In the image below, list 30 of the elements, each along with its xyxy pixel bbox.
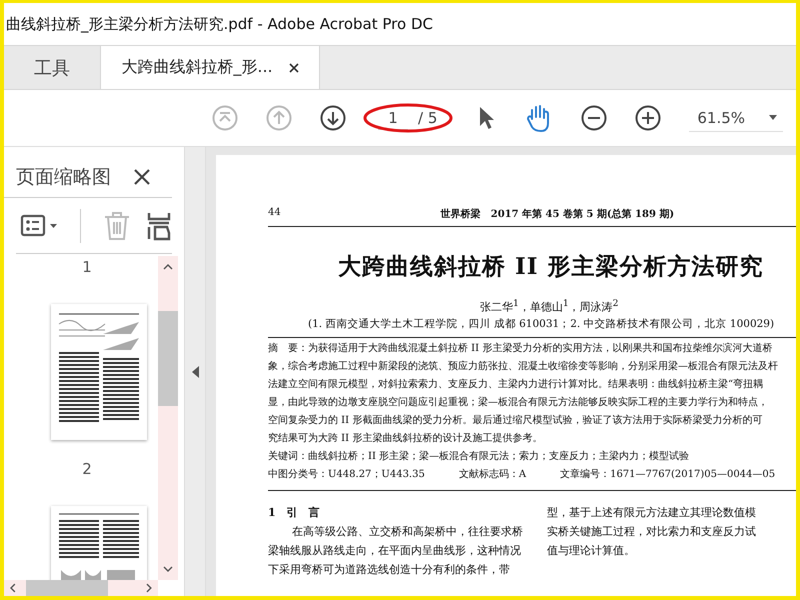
article-metadata: 中图分类号：U448.27；U443.35 — [268, 468, 425, 482]
body-text-line: 值与理论计算值。 — [547, 542, 636, 559]
body-text-line: 下采用弯桥可为道路选线创造十分有利的条件，带 — [268, 562, 511, 578]
body-text-line: 型，基于上述有限元方法建立其理论数值模 — [547, 504, 756, 521]
page-label: 1 — [82, 258, 92, 276]
section-heading: 1 引 言 — [268, 504, 321, 521]
keywords: 关键词：曲线斜拉桥；II 形主梁；梁—板混合有限元法；索力；支座反力；主梁内力；模型试验 — [268, 450, 690, 464]
window-title: 曲线斜拉桥_形主梁分析方法研究.pdf - Adobe Acrobat Pro DC — [6, 14, 433, 34]
body-text-line: 梁轴线服从路线走向，在平面内呈曲线形，这种情况 — [268, 542, 522, 559]
author-list: 张二华$^{1}$，单德山$^{1}$，周泳涛$^{2}$ — [480, 298, 796, 315]
page-count: / 5 — [418, 109, 438, 127]
page-label: 2 — [82, 460, 92, 478]
abstract-line: 法建立空间有限元模型，对斜拉索索力、支座反力、主梁内力进行计算对比。结果表明：曲线斜拉桥主梁“弯扭耦 — [268, 378, 764, 392]
abstract-line: 象，综合考虑施工过程中新梁段的浇筑、预应力筋张拉、混凝土收缩徐变等影响，分别采用梁—板混合有限元法及杆 — [268, 360, 779, 374]
page-number-field[interactable]: 1 — [378, 106, 408, 130]
abstract-line: 究结果可为大跨 II 形主梁曲线斜拉桥的设计及施工提供参考。 — [268, 432, 544, 446]
abstract-line: 空间复杂受力的 II 形截面曲线梁的受力分析。最后通过缩尺模型试验，验证了该方法用于实际桥梁受力分析的可 — [268, 414, 764, 428]
page-number: 44 — [268, 207, 281, 220]
article-metadata: 文章编号：1671—7767(2017)05—0044—05 — [560, 468, 776, 482]
article-title: 大跨曲线斜拉桥 II 形主梁分析方法研究 — [338, 252, 765, 282]
article-metadata: 文献标志码：A — [458, 468, 526, 482]
affiliation: (1. 西南交通大学土木工程学院，四川 成都 610031；2. 中交路桥技术有限公司，北京 100029) — [308, 316, 776, 331]
zoom-dropdown[interactable]: 61.5% — [689, 104, 784, 132]
abstract-line: 显，由此导致的边墩支座脱空问题应引起重视；梁—板混合有限元方法能够反映实际工程的主要力学行为和特点， — [268, 396, 769, 410]
body-text-line: 在高等级公路、立交桥和高架桥中，往往要求桥 — [291, 524, 523, 540]
body-text-line: 实桥关键施工过程，对比索力和支座反力试 — [547, 524, 756, 540]
running-head: 世界桥梁 2017 年第 45 卷第 5 期(总第 189 期) — [440, 207, 674, 221]
document-tab[interactable]: 大跨曲线斜拉桥_形... — [101, 46, 320, 89]
abstract-line: 摘 要：为获得适用于大跨曲线混凝土斜拉桥 II 形主梁受力分析的实用方法，以刚果共和国布拉柴维尔滨河大道桥 — [268, 342, 774, 356]
panel-title: 页面缩略图 — [16, 165, 111, 190]
